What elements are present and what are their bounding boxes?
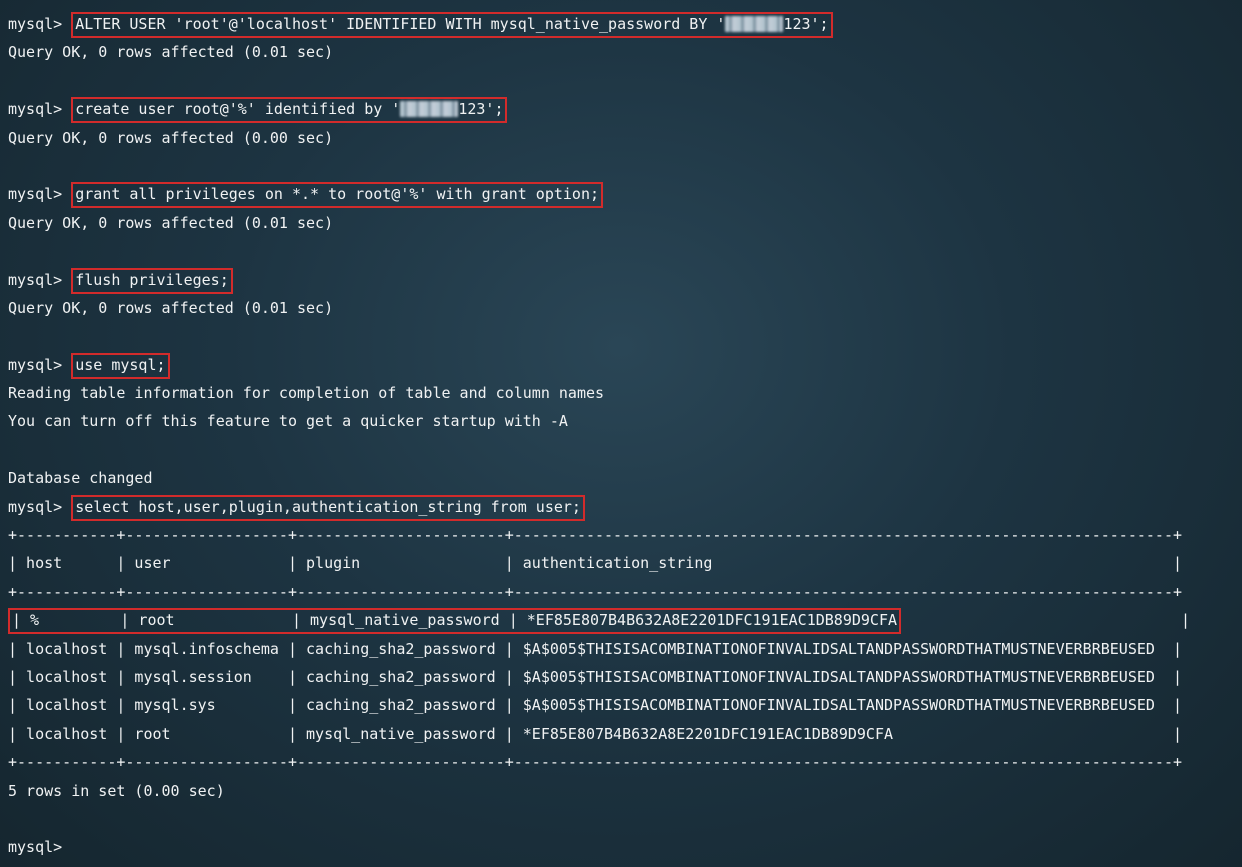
output-line: Reading table information for completion… xyxy=(8,379,1234,407)
prompt-line[interactable]: mysql> xyxy=(8,833,1234,861)
prompt: mysql> xyxy=(8,271,62,289)
command-text: 123'; xyxy=(783,15,828,33)
output-line: Database changed xyxy=(8,464,1234,492)
command-text: use mysql; xyxy=(75,356,165,374)
table-row: | localhost | mysql.session | caching_sh… xyxy=(8,663,1234,691)
table-border_mid: +-----------+------------------+--------… xyxy=(8,578,1234,606)
table-row: | localhost | root | mysql_native_passwo… xyxy=(8,720,1234,748)
command-line: mysql> ALTER USER 'root'@'localhost' IDE… xyxy=(8,10,1234,38)
output-line xyxy=(8,436,1234,464)
table-row: | % | root | mysql_native_password | *EF… xyxy=(8,606,1234,634)
output-line: Query OK, 0 rows affected (0.00 sec) xyxy=(8,124,1234,152)
command-line: mysql> create user root@'%' identified b… xyxy=(8,95,1234,123)
output-line: Query OK, 0 rows affected (0.01 sec) xyxy=(8,38,1234,66)
highlighted-command: use mysql; xyxy=(71,353,169,379)
blank-line xyxy=(8,805,1234,833)
command-line: mysql> use mysql; xyxy=(8,351,1234,379)
table-footer: 5 rows in set (0.00 sec) xyxy=(8,777,1234,805)
prompt: mysql> xyxy=(8,498,62,516)
prompt: mysql> xyxy=(8,100,62,118)
redacted-password xyxy=(725,16,783,32)
command-text: create user root@'%' identified by ' xyxy=(75,100,400,118)
highlighted-command: select host,user,plugin,authentication_s… xyxy=(71,495,585,521)
output-line: Query OK, 0 rows affected (0.01 sec) xyxy=(8,209,1234,237)
table-row-tail: | xyxy=(901,611,1190,629)
mysql-terminal[interactable]: mysql> ALTER USER 'root'@'localhost' IDE… xyxy=(0,0,1242,862)
table-border_top: +-----------+------------------+--------… xyxy=(8,521,1234,549)
prompt: mysql> xyxy=(8,356,62,374)
highlighted-command: ALTER USER 'root'@'localhost' IDENTIFIED… xyxy=(71,12,832,38)
table-row: | localhost | mysql.sys | caching_sha2_p… xyxy=(8,691,1234,719)
highlighted-command: grant all privileges on *.* to root@'%' … xyxy=(71,182,603,208)
table-header: | host | user | plugin | authentication_… xyxy=(8,549,1234,577)
table-row: | localhost | mysql.infoschema | caching… xyxy=(8,635,1234,663)
highlighted-row: | % | root | mysql_native_password | *EF… xyxy=(8,608,901,634)
highlighted-command: create user root@'%' identified by ' 123'… xyxy=(71,97,507,123)
command-line: mysql> grant all privileges on *.* to ro… xyxy=(8,180,1234,208)
prompt[interactable]: mysql> xyxy=(8,838,62,856)
command-text: flush privileges; xyxy=(75,271,229,289)
table-border_bot: +-----------+------------------+--------… xyxy=(8,748,1234,776)
command-text: grant all privileges on *.* to root@'%' … xyxy=(75,185,599,203)
output-line: Query OK, 0 rows affected (0.01 sec) xyxy=(8,294,1234,322)
blank-line xyxy=(8,67,1234,95)
command-text: ALTER USER 'root'@'localhost' IDENTIFIED… xyxy=(75,15,725,33)
command-line: mysql> select host,user,plugin,authentic… xyxy=(8,493,1234,521)
blank-line xyxy=(8,152,1234,180)
blank-line xyxy=(8,237,1234,265)
command-line: mysql> flush privileges; xyxy=(8,266,1234,294)
blank-line xyxy=(8,322,1234,350)
output-line: You can turn off this feature to get a q… xyxy=(8,407,1234,435)
command-text: select host,user,plugin,authentication_s… xyxy=(75,498,581,516)
highlighted-command: flush privileges; xyxy=(71,268,233,294)
redacted-password xyxy=(400,101,458,117)
prompt: mysql> xyxy=(8,185,62,203)
command-text: 123'; xyxy=(458,100,503,118)
prompt: mysql> xyxy=(8,15,62,33)
